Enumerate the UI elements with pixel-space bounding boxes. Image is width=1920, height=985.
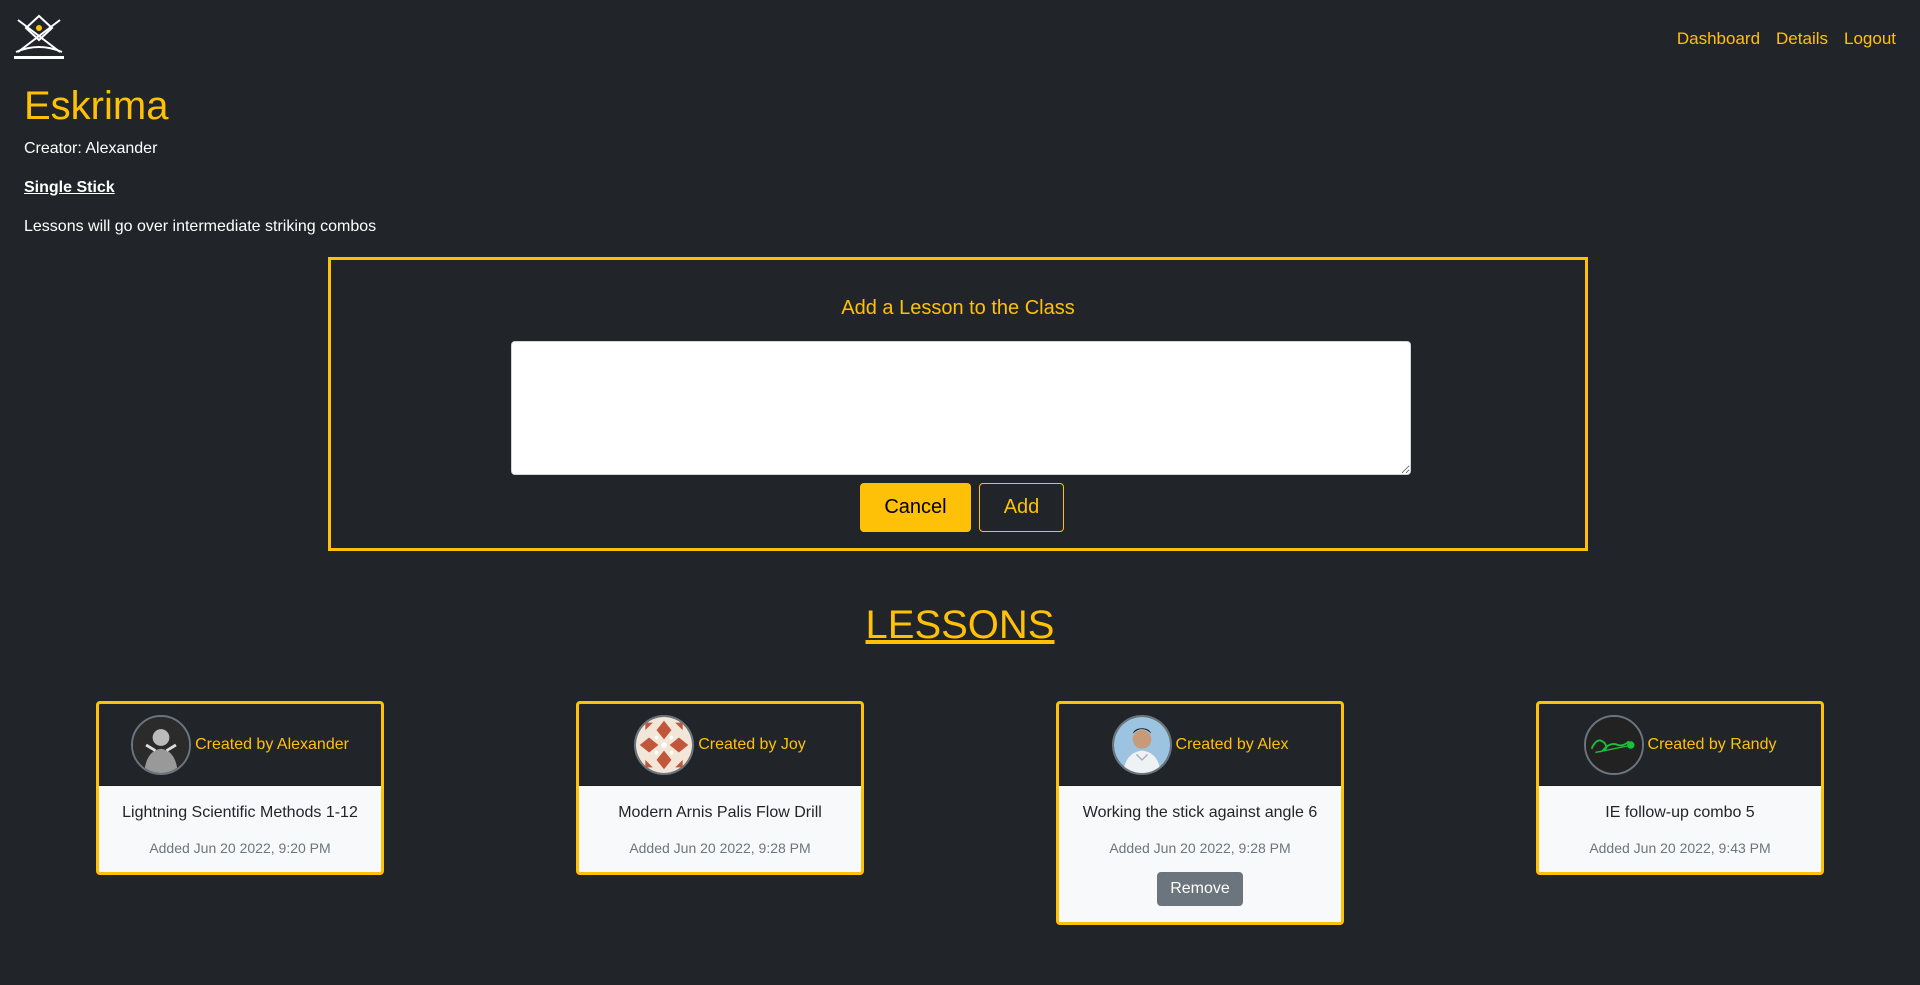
nav-dashboard-link[interactable]: Dashboard	[1677, 29, 1760, 49]
pattern-avatar-icon	[634, 714, 695, 775]
lesson-card-header: Created by Alex	[1059, 704, 1341, 786]
lesson-creator: Created by Alex	[1175, 735, 1289, 753]
lesson-creator: Created by Randy	[1647, 735, 1777, 753]
lesson-card: Created by Randy IE follow-up combo 5 Ad…	[1536, 701, 1824, 875]
lesson-card: Created by Alex Working the stick agains…	[1056, 701, 1344, 925]
lesson-card-body: IE follow-up combo 5 Added Jun 20 2022, …	[1539, 786, 1821, 872]
top-nav: Dashboard Details Logout	[1677, 29, 1896, 49]
lesson-card-header: Created by Alexander	[99, 704, 381, 786]
person-portrait-icon	[1111, 714, 1172, 775]
nav-details-link[interactable]: Details	[1776, 29, 1828, 49]
lesson-card-body: Working the stick against angle 6 Added …	[1059, 786, 1341, 922]
lesson-card-body: Lightning Scientific Methods 1-12 Added …	[99, 786, 381, 872]
lesson-card-header: Created by Randy	[1539, 704, 1821, 786]
crest-icon	[14, 14, 64, 59]
lesson-name: Lightning Scientific Methods 1-12	[122, 804, 358, 821]
class-header: Eskrima Creator: Alexander Single Stick …	[24, 82, 376, 236]
lessons-heading: LESSONS	[865, 603, 1055, 647]
class-description: Lessons will go over intermediate striki…	[24, 218, 377, 235]
add-button[interactable]: Add	[979, 483, 1064, 532]
lesson-name: Modern Arnis Palis Flow Drill	[618, 804, 822, 821]
lesson-name: Working the stick against angle 6	[1082, 804, 1318, 821]
lesson-card: Created by Joy Modern Arnis Palis Flow D…	[576, 701, 864, 875]
lesson-creator: Created by Alexander	[195, 735, 349, 753]
add-lesson-form: Add a Lesson to the Class Cancel Add	[328, 257, 1588, 551]
cancel-button[interactable]: Cancel	[860, 483, 971, 532]
lesson-creator: Created by Joy	[698, 735, 806, 753]
lesson-added-date: Added Jun 20 2022, 9:20 PM	[149, 840, 331, 856]
lesson-card-body: Modern Arnis Palis Flow Drill Added Jun …	[579, 786, 861, 872]
nav-logout-link[interactable]: Logout	[1844, 29, 1896, 49]
lesson-card-header: Created by Joy	[579, 704, 861, 786]
lesson-textarea[interactable]	[511, 341, 1411, 475]
lesson-card: Created by Alexander Lightning Scientifi…	[96, 701, 384, 875]
class-style: Single Stick	[24, 179, 115, 196]
lesson-added-date: Added Jun 20 2022, 9:43 PM	[1589, 840, 1771, 856]
page-title: Eskrima	[24, 84, 169, 128]
lesson-name: IE follow-up combo 5	[1605, 804, 1755, 821]
remove-button[interactable]: Remove	[1157, 872, 1243, 906]
signature-avatar-icon	[1583, 714, 1644, 775]
person-portrait-icon	[131, 714, 192, 775]
lesson-added-date: Added Jun 20 2022, 9:28 PM	[629, 840, 811, 856]
class-creator: Creator: Alexander	[24, 140, 158, 157]
site-logo[interactable]	[8, 12, 70, 64]
lesson-added-date: Added Jun 20 2022, 9:28 PM	[1109, 840, 1291, 856]
add-lesson-title: Add a Lesson to the Class	[841, 297, 1075, 319]
